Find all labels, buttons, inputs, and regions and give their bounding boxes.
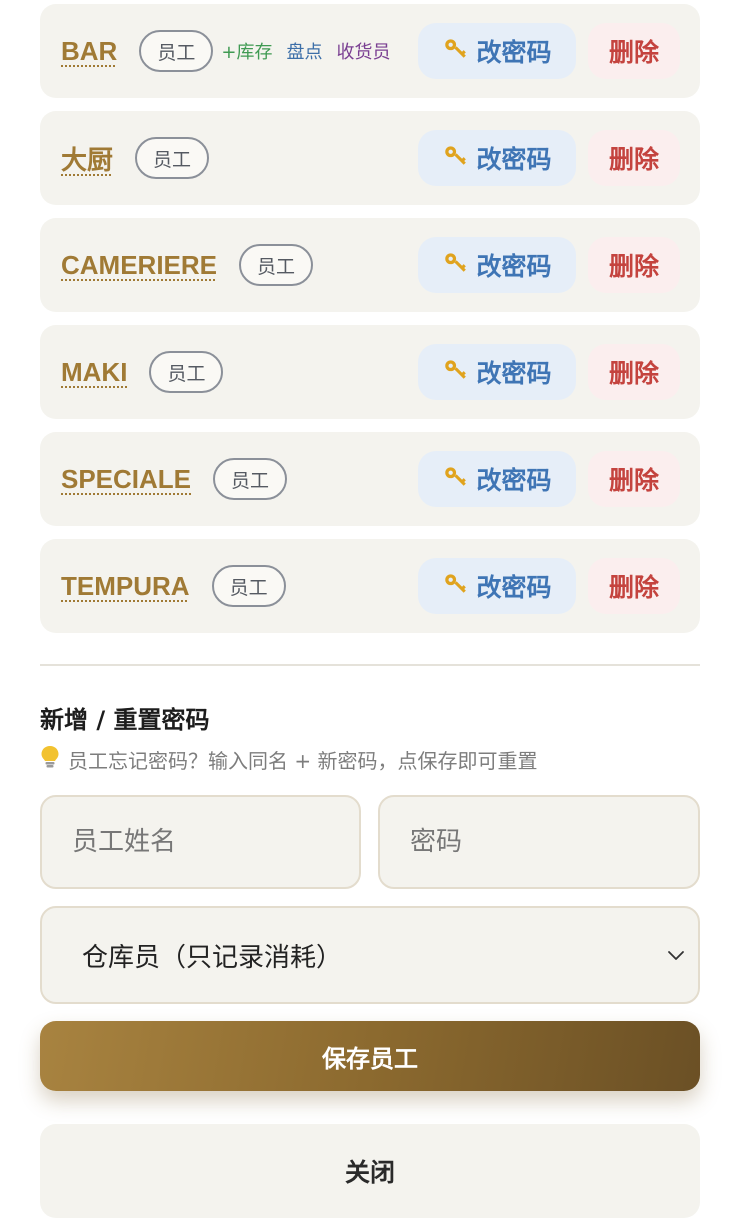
staff-name[interactable]: 大厨 <box>61 140 113 177</box>
change-password-label: 改密码 <box>476 252 552 281</box>
key-icon <box>442 570 468 603</box>
staff-row: SPECIALE 员工 改密码 删除 <box>40 432 700 526</box>
staff-row: TEMPURA 员工 改密码 删除 <box>40 539 700 633</box>
staff-name[interactable]: TEMPURA <box>61 571 190 602</box>
delete-button[interactable]: 删除 <box>588 344 680 400</box>
role-badge: 员工 <box>149 351 224 393</box>
row-actions: 改密码 删除 <box>418 23 680 79</box>
hint-text: 员工忘记密码？输入同名 + 新密码，点保存即可重置 <box>68 749 538 773</box>
role-badge: 员工 <box>135 137 210 179</box>
staff-row: BAR 员工 +库存 盘点 收货员 改密码 删除 <box>40 4 700 98</box>
role-select[interactable]: 仓库员（只记录消耗） <box>40 906 700 1004</box>
change-password-button[interactable]: 改密码 <box>418 451 576 507</box>
staff-name[interactable]: BAR <box>61 36 117 67</box>
delete-button[interactable]: 删除 <box>588 451 680 507</box>
reset-hint: 员工忘记密码？输入同名 + 新密码，点保存即可重置 <box>40 745 537 774</box>
permission-tag-stocktake: 盘点 <box>286 42 323 63</box>
staff-name[interactable]: SPECIALE <box>61 464 191 495</box>
change-password-button[interactable]: 改密码 <box>418 23 576 79</box>
lightbulb-icon <box>40 745 60 774</box>
change-password-button[interactable]: 改密码 <box>418 130 576 186</box>
permission-tag-inventory: +库存 <box>221 42 273 63</box>
staff-list: BAR 员工 +库存 盘点 收货员 改密码 删除 大厨 员工 改密码 删除 CA… <box>40 4 700 646</box>
key-icon <box>442 249 468 282</box>
staff-row: MAKI 员工 改密码 删除 <box>40 325 700 419</box>
key-icon <box>442 35 468 68</box>
permission-tag-receiver: 收货员 <box>336 42 391 63</box>
password-input[interactable] <box>378 795 700 889</box>
save-staff-button[interactable]: 保存员工 <box>40 1021 700 1091</box>
chevron-down-icon <box>664 943 688 967</box>
change-password-label: 改密码 <box>476 38 552 67</box>
row-actions: 改密码 删除 <box>418 451 680 507</box>
change-password-button[interactable]: 改密码 <box>418 344 576 400</box>
role-badge: 员工 <box>213 458 288 500</box>
row-actions: 改密码 删除 <box>418 130 680 186</box>
row-actions: 改密码 删除 <box>418 344 680 400</box>
key-icon <box>442 142 468 175</box>
key-icon <box>442 463 468 496</box>
staff-row: 大厨 员工 改密码 删除 <box>40 111 700 205</box>
role-badge: 员工 <box>211 565 286 607</box>
change-password-label: 改密码 <box>476 145 552 174</box>
section-divider <box>40 664 700 666</box>
role-badge: 员工 <box>139 30 214 72</box>
close-button[interactable]: 关闭 <box>40 1124 700 1218</box>
role-select-value: 仓库员（只记录消耗） <box>82 942 343 973</box>
staff-name-input[interactable] <box>40 795 361 889</box>
delete-button[interactable]: 删除 <box>588 237 680 293</box>
row-actions: 改密码 删除 <box>418 558 680 614</box>
row-actions: 改密码 删除 <box>418 237 680 293</box>
key-icon <box>442 356 468 389</box>
staff-row: CAMERIERE 员工 改密码 删除 <box>40 218 700 312</box>
change-password-button[interactable]: 改密码 <box>418 558 576 614</box>
delete-button[interactable]: 删除 <box>588 23 680 79</box>
delete-button[interactable]: 删除 <box>588 558 680 614</box>
form-title: 新增 / 重置密码 <box>40 706 210 734</box>
change-password-label: 改密码 <box>476 466 552 495</box>
staff-name[interactable]: CAMERIERE <box>61 250 217 281</box>
change-password-label: 改密码 <box>476 359 552 388</box>
role-badge: 员工 <box>239 244 314 286</box>
delete-button[interactable]: 删除 <box>588 130 680 186</box>
change-password-label: 改密码 <box>476 573 552 602</box>
change-password-button[interactable]: 改密码 <box>418 237 576 293</box>
staff-name[interactable]: MAKI <box>61 357 127 388</box>
staff-manager-panel: BAR 员工 +库存 盘点 收货员 改密码 删除 大厨 员工 改密码 删除 CA… <box>0 0 740 1221</box>
